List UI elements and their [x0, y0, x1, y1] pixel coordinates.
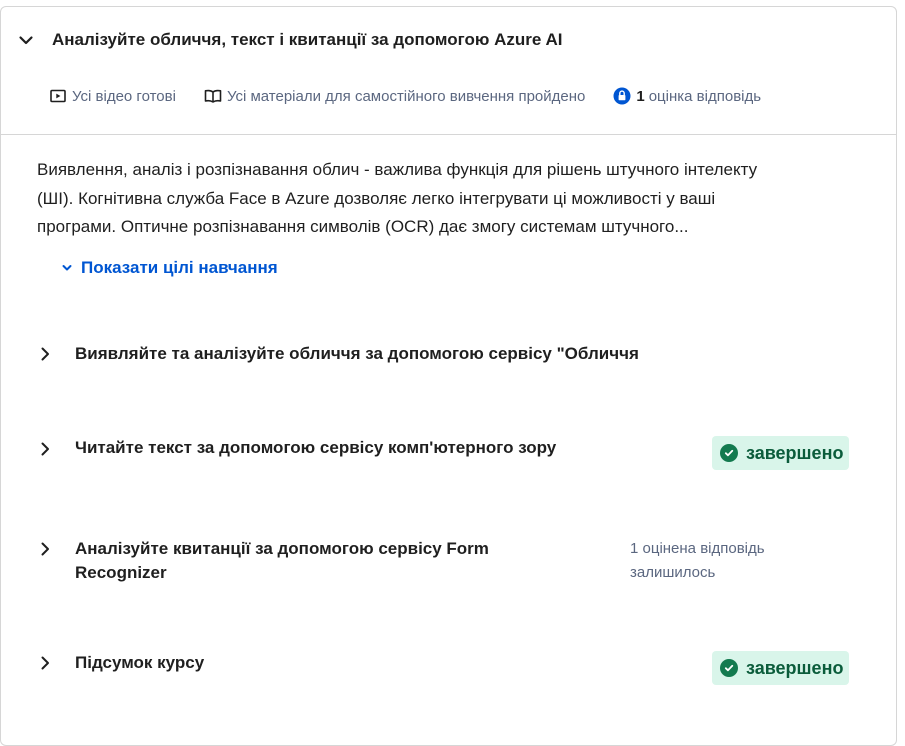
course-module-card: Аналізуйте обличчя, текст і квитанції за…	[0, 6, 897, 746]
video-icon	[49, 87, 67, 105]
module-title[interactable]: Читайте текст за допомогою сервісу комп'…	[75, 436, 556, 460]
module-title-line: Виявляйте та аналізуйте обличчя за допом…	[75, 344, 639, 363]
remaining-line: залишилось	[630, 564, 716, 581]
check-circle-icon	[720, 659, 738, 677]
videos-status-text: Усі відео готові	[72, 87, 176, 105]
module-title[interactable]: Аналізуйте квитанції за допомогою сервіс…	[75, 537, 489, 585]
completed-badge: завершено	[712, 436, 850, 470]
show-learning-goals-link[interactable]: Показати цілі навчання	[60, 258, 278, 278]
progress-meta: Усі відео готові Усі матеріали для самос…	[49, 87, 761, 105]
book-icon	[204, 87, 222, 105]
videos-status: Усі відео готові	[49, 87, 176, 105]
module-title-line: Recognizer	[75, 563, 167, 582]
description-line: програми. Оптичне розпізнавання символів…	[37, 217, 689, 236]
assessment-count: 1	[636, 87, 645, 105]
module-title-line: Аналізуйте квитанції за допомогою сервіс…	[75, 539, 489, 558]
course-description: Виявлення, аналіз і розпізнавання облич …	[37, 156, 847, 242]
chevron-right-icon[interactable]	[37, 346, 53, 362]
chevron-down-icon	[60, 261, 74, 275]
description-line: Виявлення, аналіз і розпізнавання облич …	[37, 160, 758, 179]
lock-icon	[613, 87, 631, 105]
module-title-line: Підсумок курсу	[75, 653, 205, 672]
remaining-assessment: 1 оцінена відповідь залишилось	[630, 537, 765, 585]
description-line: (ШІ). Когнітивна служба Face в Azure доз…	[37, 188, 716, 208]
readings-status-text: Усі матеріали для самостійного вивчення …	[226, 87, 586, 105]
completed-label: завершено	[746, 442, 844, 463]
completed-label: завершено	[746, 657, 844, 678]
check-circle-icon	[720, 444, 738, 462]
course-title: Аналізуйте обличчя, текст і квитанції за…	[52, 30, 563, 49]
chevron-right-icon[interactable]	[37, 655, 53, 671]
show-learning-goals-label[interactable]: Показати цілі навчання	[81, 258, 278, 278]
remaining-line: 1 оцінена відповідь	[630, 540, 765, 557]
module-title-line: Читайте текст за допомогою сервісу комп'…	[75, 438, 557, 457]
readings-status: Усі матеріали для самостійного вивчення …	[204, 87, 585, 105]
assessment-label: оцінка відповідь	[648, 87, 762, 105]
assessment-status: 1 оцінка відповідь	[613, 87, 761, 105]
chevron-right-icon[interactable]	[37, 541, 53, 557]
chevron-down-icon[interactable]	[15, 29, 37, 51]
card-header: Аналізуйте обличчя, текст і квитанції за…	[1, 7, 896, 135]
chevron-right-icon[interactable]	[37, 441, 53, 457]
completed-badge: завершено	[712, 651, 850, 685]
module-title[interactable]: Виявляйте та аналізуйте обличчя за допом…	[75, 342, 639, 366]
collapse-toggle[interactable]: Аналізуйте обличчя, текст і квитанції за…	[15, 29, 562, 51]
module-title[interactable]: Підсумок курсу	[75, 651, 204, 675]
